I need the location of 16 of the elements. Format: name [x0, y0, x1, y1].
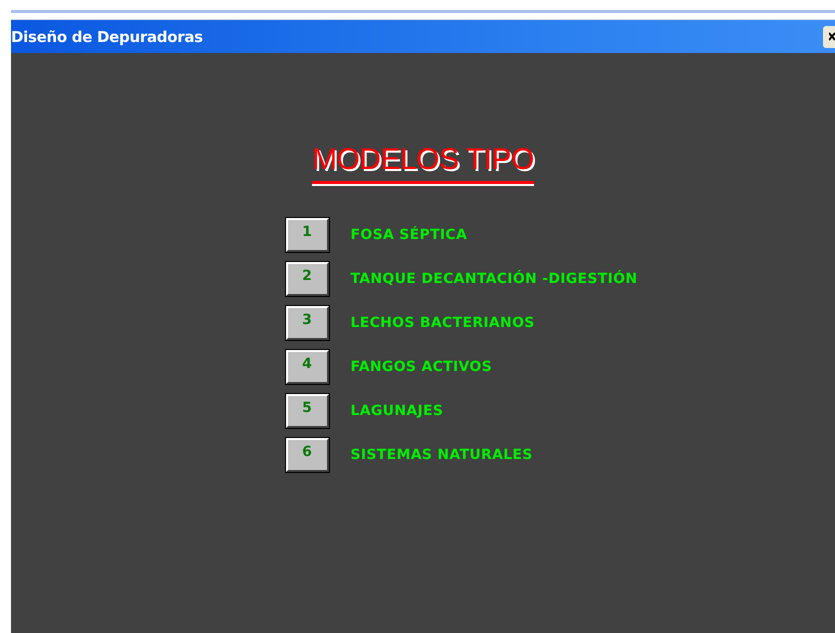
- close-icon: [829, 32, 835, 41]
- number-button[interactable]: 2: [286, 262, 328, 296]
- heading: MODELOS TIPO: [312, 144, 534, 184]
- number-button[interactable]: 1: [286, 218, 328, 252]
- model-label: TANQUE DECANTACIÓN -DIGESTIÓN: [350, 271, 638, 287]
- window-title: Diseño de Depuradoras: [11, 28, 203, 46]
- number-button[interactable]: 6: [286, 438, 328, 472]
- model-label: SISTEMAS NATURALES: [350, 447, 533, 463]
- model-label: LECHOS BACTERIANOS: [350, 315, 535, 331]
- number-button[interactable]: 3: [286, 306, 328, 340]
- model-label: FANGOS ACTIVOS: [350, 359, 492, 375]
- model-label: FOSA SÉPTICA: [350, 227, 468, 243]
- model-label: LAGUNAJES: [350, 403, 444, 419]
- number-button[interactable]: 4: [286, 350, 328, 384]
- close-button[interactable]: [823, 26, 835, 48]
- number-button[interactable]: 5: [286, 394, 328, 428]
